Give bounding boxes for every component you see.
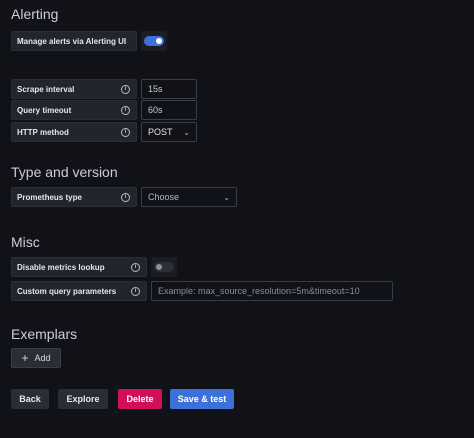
custom-query-row: Custom query parameters i Example: max_s… [11,280,393,302]
info-icon[interactable]: i [121,127,130,137]
plus-icon: + [21,351,29,365]
prometheus-type-value: Choose [148,192,180,202]
add-exemplar-label: Add [34,353,51,363]
custom-query-label: Custom query parameters i [11,281,147,301]
custom-query-text: Custom query parameters [17,286,117,296]
manage-alerts-toggle-wrap [141,31,167,51]
custom-query-input[interactable]: Example: max_source_resolution=5m&timeou… [151,281,393,301]
query-timeout-label: Query timeout i [11,100,137,120]
heading-exemplars: Exemplars [11,326,78,342]
chevron-down-icon: ⌄ [183,127,190,137]
disable-metrics-toggle[interactable] [154,262,174,272]
heading-type-version: Type and version [11,164,118,180]
scrape-interval-text: Scrape interval [17,84,75,94]
disable-metrics-label: Disable metrics lookup i [11,257,147,277]
http-method-row: HTTP method i POST ⌄ [11,121,197,143]
scrape-interval-label: Scrape interval i [11,79,137,99]
http-method-text: HTTP method [17,127,69,137]
save-test-button[interactable]: Save & test [170,389,234,409]
prometheus-type-label: Prometheus type i [11,187,137,207]
toggle-knob [156,38,162,44]
prometheus-type-text: Prometheus type [17,192,82,202]
scrape-interval-input[interactable]: 15s [141,79,197,99]
toggle-knob [156,264,162,270]
disable-metrics-text: Disable metrics lookup [17,262,105,272]
add-exemplar-button[interactable]: + Add [11,348,61,368]
chevron-down-icon: ⌄ [223,192,230,202]
http-method-value: POST [148,127,173,137]
info-icon[interactable]: i [121,105,130,115]
info-icon[interactable]: i [131,262,140,272]
prometheus-type-row: Prometheus type i Choose ⌄ [11,186,237,208]
prometheus-type-select[interactable]: Choose ⌄ [141,187,237,207]
http-method-label: HTTP method i [11,122,137,142]
query-timeout-input[interactable]: 60s [141,100,197,120]
http-method-select[interactable]: POST ⌄ [141,122,197,142]
back-button[interactable]: Back [11,389,49,409]
delete-button[interactable]: Delete [118,389,162,409]
heading-misc: Misc [11,234,40,250]
manage-alerts-label: Manage alerts via Alerting UI [11,31,137,51]
manage-alerts-text: Manage alerts via Alerting UI [17,36,127,46]
info-icon[interactable]: i [131,286,140,296]
scrape-interval-row: Scrape interval i 15s [11,78,197,100]
disable-metrics-toggle-wrap [151,257,177,277]
heading-alerting: Alerting [11,6,59,22]
info-icon[interactable]: i [121,192,130,202]
disable-metrics-row: Disable metrics lookup i [11,256,177,278]
manage-alerts-row: Manage alerts via Alerting UI [11,30,167,52]
query-timeout-row: Query timeout i 60s [11,99,197,121]
explore-button[interactable]: Explore [58,389,108,409]
query-timeout-text: Query timeout [17,105,72,115]
manage-alerts-toggle[interactable] [144,36,164,46]
info-icon[interactable]: i [121,84,130,94]
